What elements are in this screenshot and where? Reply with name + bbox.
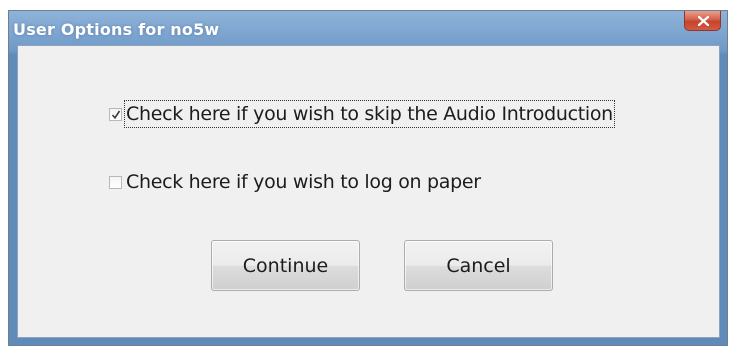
close-icon — [698, 16, 709, 26]
skip-audio-intro-checkbox[interactable] — [109, 107, 122, 121]
dialog-body: Check here if you wish to skip the Audio… — [17, 45, 720, 338]
title-bar[interactable]: User Options for no5w — [9, 11, 727, 45]
window-title: User Options for no5w — [13, 20, 220, 39]
continue-button[interactable]: Continue — [211, 240, 360, 291]
log-on-paper-label[interactable]: Check here if you wish to log on paper — [125, 169, 482, 195]
skip-audio-intro-label[interactable]: Check here if you wish to skip the Audio… — [124, 100, 615, 128]
checkmark-icon — [111, 110, 121, 119]
skip-audio-intro-option[interactable]: Check here if you wish to skip the Audio… — [109, 100, 615, 128]
dialog-window: User Options for no5w Check here if you … — [8, 10, 728, 346]
close-button[interactable] — [684, 11, 721, 31]
log-on-paper-checkbox[interactable] — [109, 175, 122, 189]
cancel-button[interactable]: Cancel — [404, 240, 553, 291]
log-on-paper-option[interactable]: Check here if you wish to log on paper — [109, 169, 482, 195]
